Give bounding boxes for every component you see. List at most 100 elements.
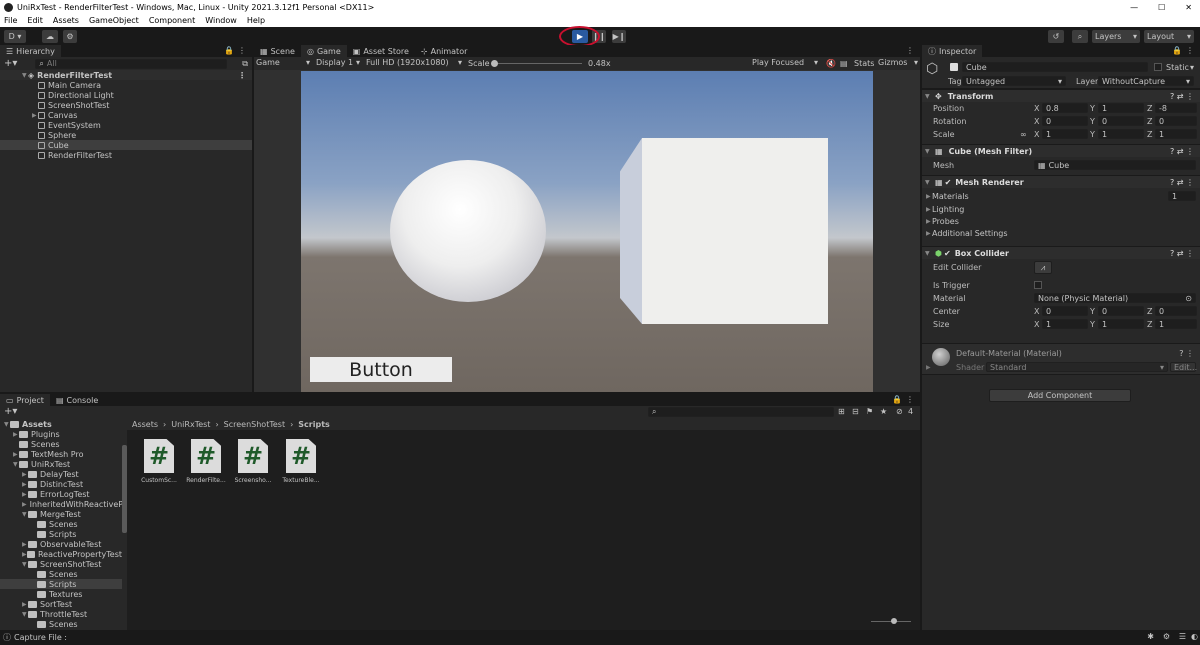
project-tree-item[interactable]: ▶ ErrorLogTest bbox=[0, 489, 122, 499]
game-view-render[interactable]: Button bbox=[301, 71, 873, 392]
project-tree-item[interactable]: ▼ MergeTest bbox=[0, 509, 122, 519]
audio-icon[interactable]: 🔇 bbox=[826, 59, 836, 68]
lock-icon[interactable]: 🔒 bbox=[224, 46, 234, 55]
project-tree-item[interactable]: Scenes bbox=[0, 569, 122, 579]
breadcrumb-assets[interactable]: Assets bbox=[132, 420, 158, 429]
search-by-label-icon[interactable]: ⊟ bbox=[852, 407, 859, 416]
more-icon[interactable]: ⋮ bbox=[1186, 46, 1194, 55]
size-x-field[interactable]: 1 bbox=[1042, 319, 1088, 329]
breadcrumb-unirxtest[interactable]: UniRxTest bbox=[171, 420, 210, 429]
project-tree-item[interactable]: Scripts bbox=[0, 529, 122, 539]
size-z-field[interactable]: 1 bbox=[1155, 319, 1197, 329]
hierarchy-item-main-camera[interactable]: Main Camera bbox=[0, 80, 252, 90]
component-menu-icons[interactable]: ? ⇄ ⋮ bbox=[1170, 178, 1194, 187]
material-foldout-arrow[interactable]: ▶ bbox=[926, 364, 931, 371]
static-checkbox[interactable] bbox=[1154, 63, 1162, 71]
cache-icon[interactable]: ☰ bbox=[1179, 632, 1186, 641]
tab-animator[interactable]: ⊹ Animator bbox=[415, 45, 473, 57]
physic-material-field[interactable]: None (Physic Material) ⊙ bbox=[1034, 293, 1196, 303]
close-button[interactable]: ✕ bbox=[1185, 3, 1192, 12]
mesh-field[interactable]: ▦ Cube bbox=[1034, 160, 1196, 170]
foldout-arrow[interactable]: ▶ bbox=[22, 501, 27, 508]
menu-component[interactable]: Component bbox=[149, 16, 195, 25]
menu-help[interactable]: Help bbox=[247, 16, 265, 25]
lock-icon[interactable]: 🔒 bbox=[892, 395, 902, 404]
project-tree-item[interactable]: ▼ Assets bbox=[0, 419, 122, 429]
add-icon[interactable]: +▾ bbox=[4, 58, 17, 69]
static-dropdown-icon[interactable]: ▾ bbox=[1190, 63, 1194, 72]
renderer-enabled-checkbox[interactable]: ✔ bbox=[945, 178, 952, 187]
lighting-foldout[interactable]: ▶ Lighting bbox=[926, 204, 964, 215]
play-focused-dropdown[interactable]: Play Focused ▾ bbox=[752, 58, 818, 67]
breadcrumb-screenshottest[interactable]: ScreenShotTest bbox=[224, 420, 285, 429]
hierarchy-item-canvas[interactable]: ▶ Canvas bbox=[0, 110, 252, 120]
scale-x-field[interactable]: 1 bbox=[1042, 129, 1088, 139]
center-x-field[interactable]: 0 bbox=[1042, 306, 1088, 316]
project-tree-item[interactable]: ▶ SortTest bbox=[0, 599, 122, 609]
mesh-filter-header[interactable]: ▼ ▦ Cube (Mesh Filter) ? ⇄ ⋮ bbox=[922, 144, 1200, 157]
more-icon[interactable]: ⋮ bbox=[906, 46, 914, 55]
asset-item[interactable]: # RenderFilte... bbox=[186, 439, 226, 484]
more-icon[interactable]: ⋮ bbox=[906, 395, 914, 404]
is-trigger-checkbox[interactable] bbox=[1034, 281, 1042, 289]
project-tree-item[interactable]: Textures bbox=[0, 589, 122, 599]
project-tree-item[interactable]: Scenes bbox=[0, 619, 122, 629]
tab-asset-store[interactable]: ▣ Asset Store bbox=[347, 45, 415, 57]
project-tree-item[interactable]: ▶ Plugins bbox=[0, 429, 122, 439]
project-tree-item[interactable]: ▶ ObservableTest bbox=[0, 539, 122, 549]
account-button[interactable]: D ▾ bbox=[4, 30, 26, 43]
menu-window[interactable]: Window bbox=[205, 16, 237, 25]
project-tree-item[interactable]: Scenes bbox=[0, 439, 122, 449]
component-menu-icons[interactable]: ? ⇄ ⋮ bbox=[1170, 147, 1194, 156]
menu-assets[interactable]: Assets bbox=[53, 16, 79, 25]
breadcrumb-scripts[interactable]: Scripts bbox=[298, 420, 330, 429]
center-z-field[interactable]: 0 bbox=[1155, 306, 1197, 316]
project-tree-item[interactable]: ▶ InheritedWithReactiveP bbox=[0, 499, 122, 509]
more-icon[interactable]: ⋮ bbox=[238, 46, 246, 55]
size-y-field[interactable]: 1 bbox=[1098, 319, 1144, 329]
component-menu-icons[interactable]: ? ⇄ ⋮ bbox=[1170, 249, 1194, 258]
project-tree-item[interactable]: ▶ ReactivePropertyTest bbox=[0, 549, 122, 559]
add-component-button[interactable]: Add Component bbox=[989, 389, 1131, 402]
active-checkbox[interactable] bbox=[950, 63, 958, 71]
progress-icon[interactable]: ◐ bbox=[1191, 632, 1198, 641]
center-y-field[interactable]: 0 bbox=[1098, 306, 1144, 316]
tab-project[interactable]: ▭ Project bbox=[0, 394, 50, 406]
tab-console[interactable]: ▤ Console bbox=[50, 394, 104, 406]
asset-item[interactable]: # TextureBle... bbox=[280, 439, 322, 484]
tag-dropdown[interactable]: Untagged ▾ bbox=[962, 76, 1066, 86]
hierarchy-item-renderfiltertest[interactable]: RenderFilterTest bbox=[0, 150, 252, 160]
component-menu-icons[interactable]: ? ⇄ ⋮ bbox=[1170, 92, 1194, 101]
position-y-field[interactable]: 1 bbox=[1098, 103, 1144, 113]
project-tree-item[interactable]: ▼ UniRxTest bbox=[0, 459, 122, 469]
probes-foldout[interactable]: ▶ Probes bbox=[926, 216, 959, 227]
stats-button[interactable]: Stats bbox=[854, 59, 874, 68]
additional-settings-foldout[interactable]: ▶ Additional Settings bbox=[926, 228, 1008, 239]
menu-edit[interactable]: Edit bbox=[27, 16, 43, 25]
rotation-z-field[interactable]: 0 bbox=[1155, 116, 1197, 126]
hierarchy-item-sphere[interactable]: Sphere bbox=[0, 130, 252, 140]
scale-slider-handle[interactable] bbox=[491, 60, 498, 67]
display-dropdown[interactable]: Display 1 ▾ bbox=[316, 58, 360, 67]
project-tree-item[interactable]: ▶ TextMesh Pro bbox=[0, 449, 122, 459]
hierarchy-item-screenshottest[interactable]: ScreenShotTest bbox=[0, 100, 252, 110]
tab-scene[interactable]: ▦ Scene bbox=[254, 45, 301, 57]
resolution-dropdown[interactable]: Full HD (1920x1080) ▾ bbox=[366, 58, 462, 67]
layer-dropdown[interactable]: WithoutCapture ▾ bbox=[1098, 76, 1194, 86]
tab-inspector[interactable]: ⓘ Inspector bbox=[922, 45, 983, 57]
shader-dropdown[interactable]: Standard ▾ bbox=[986, 362, 1168, 372]
edit-collider-button[interactable]: ⩘ bbox=[1034, 261, 1052, 274]
hierarchy-item-eventsystem[interactable]: EventSystem bbox=[0, 120, 252, 130]
object-picker-icon[interactable]: ⊙ bbox=[1185, 294, 1192, 303]
scale-z-field[interactable]: 1 bbox=[1155, 129, 1197, 139]
rotation-y-field[interactable]: 0 bbox=[1098, 116, 1144, 126]
position-z-field[interactable]: -8 bbox=[1155, 103, 1197, 113]
cloud-icon[interactable]: ☁ bbox=[42, 30, 58, 43]
hierarchy-item-directional-light[interactable]: Directional Light bbox=[0, 90, 252, 100]
hierarchy-search-input[interactable]: ⌕ All bbox=[35, 58, 228, 69]
tab-hierarchy[interactable]: ☰ Hierarchy bbox=[0, 45, 61, 57]
transform-header[interactable]: ▼ ✥ Transform ? ⇄ ⋮ bbox=[922, 89, 1200, 102]
hidden-packages-icon[interactable]: ⊘ bbox=[896, 407, 903, 416]
bug-icon[interactable]: ✱ bbox=[1147, 632, 1154, 641]
filter-icon[interactable]: ⧉ bbox=[242, 59, 248, 69]
